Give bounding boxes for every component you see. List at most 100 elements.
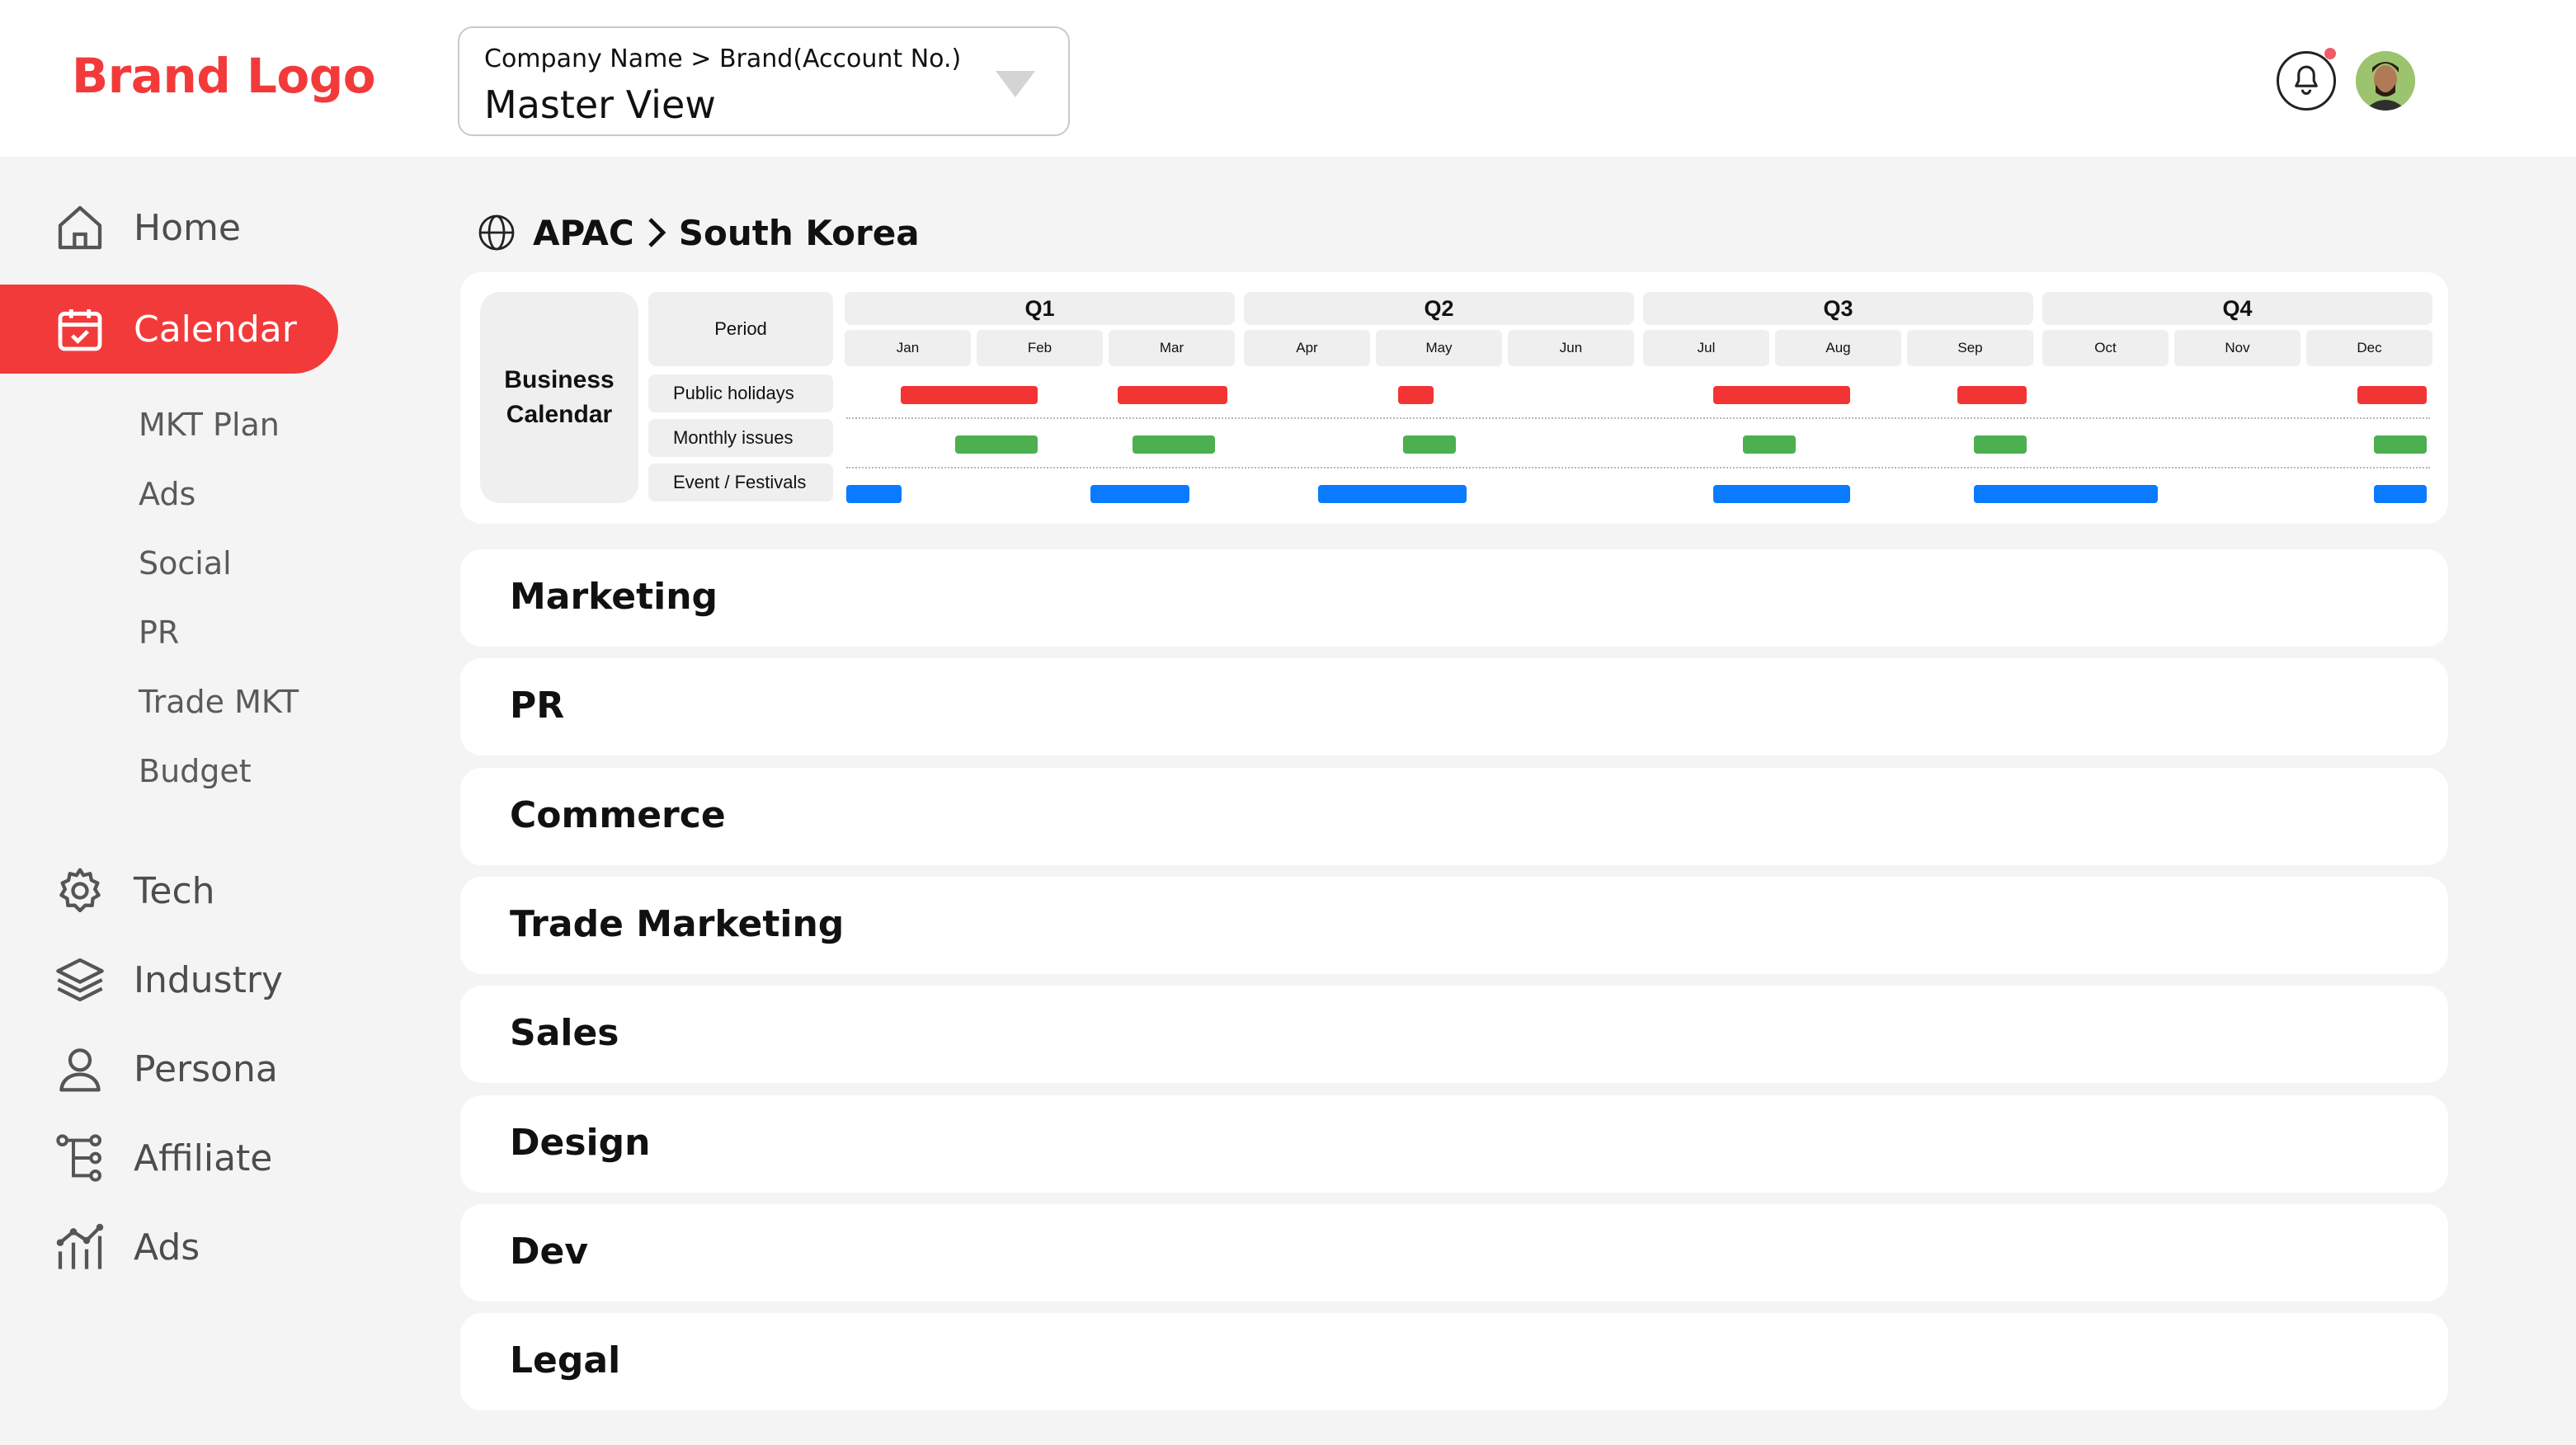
section-trade-marketing[interactable]: Trade Marketing — [460, 877, 2448, 974]
gear-icon — [51, 862, 109, 920]
section-title: Sales — [510, 1012, 619, 1054]
event-bar[interactable] — [1974, 485, 2158, 503]
sidebar-item-label: Industry — [134, 958, 283, 1001]
breadcrumb-country: South Korea — [678, 212, 920, 253]
period-header: Period — [648, 292, 833, 366]
row-divider — [846, 467, 2430, 468]
row-label-monthly-issues: Monthly issues — [648, 419, 833, 457]
notification-dot — [2324, 48, 2336, 59]
section-title: Commerce — [510, 794, 726, 836]
business-calendar-card: Business Calendar Period Public holidays … — [460, 272, 2448, 524]
sidebar-item-label: Calendar — [134, 308, 297, 351]
issue-bar[interactable] — [2374, 435, 2427, 454]
account-path: Company Name > Brand(Account No.) — [484, 45, 962, 73]
home-icon — [51, 199, 109, 257]
row-divider — [846, 417, 2430, 419]
month-nov: Nov — [2174, 330, 2301, 366]
month-may: May — [1376, 330, 1502, 366]
month-aug: Aug — [1775, 330, 1901, 366]
sidebar-subitem-ads[interactable]: Ads — [139, 476, 195, 512]
event-bar[interactable] — [2374, 485, 2427, 503]
holiday-bar[interactable] — [1118, 386, 1227, 404]
holiday-bar[interactable] — [1398, 386, 1434, 404]
section-title: Dev — [510, 1231, 589, 1273]
section-commerce[interactable]: Commerce — [460, 768, 2448, 865]
month-jan: Jan — [845, 330, 971, 366]
holiday-bar[interactable] — [2357, 386, 2427, 404]
month-mar: Mar — [1109, 330, 1235, 366]
section-pr[interactable]: PR — [460, 658, 2448, 755]
event-bar[interactable] — [846, 485, 902, 503]
month-jul: Jul — [1643, 330, 1769, 366]
quarter-q3: Q3 — [1643, 292, 2033, 325]
breadcrumb: APAC South Korea — [477, 209, 920, 256]
chart-icon — [51, 1218, 109, 1276]
brand-logo[interactable]: Brand Logo — [72, 48, 376, 104]
quarter-q1: Q1 — [845, 292, 1235, 325]
section-title: Design — [510, 1122, 651, 1164]
sidebar-subitem-budget[interactable]: Budget — [139, 753, 252, 789]
month-sep: Sep — [1907, 330, 2033, 366]
sidebar-item-affiliate[interactable]: Affiliate — [0, 1113, 338, 1203]
holiday-bar[interactable] — [901, 386, 1038, 404]
account-view: Master View — [484, 82, 716, 127]
top-header: Brand Logo Company Name > Brand(Account … — [0, 0, 2576, 157]
chevron-down-icon[interactable] — [996, 71, 1035, 97]
sidebar-subitem-pr[interactable]: PR — [139, 614, 179, 651]
issue-bar[interactable] — [1743, 435, 1796, 454]
holiday-bar[interactable] — [1713, 386, 1850, 404]
user-icon — [51, 1040, 109, 1098]
row-label-events: Event / Festivals — [648, 464, 833, 501]
section-marketing[interactable]: Marketing — [460, 549, 2448, 647]
month-dec: Dec — [2306, 330, 2432, 366]
section-sales[interactable]: Sales — [460, 986, 2448, 1083]
calendar-icon — [51, 300, 109, 358]
event-bar[interactable] — [1318, 485, 1467, 503]
section-design[interactable]: Design — [460, 1095, 2448, 1193]
tree-icon — [51, 1129, 109, 1187]
breadcrumb-region[interactable]: APAC — [533, 213, 634, 253]
sidebar-item-ads[interactable]: Ads — [0, 1203, 338, 1292]
sidebar-item-calendar[interactable]: Calendar — [0, 285, 338, 374]
sidebar-item-label: Persona — [134, 1047, 278, 1090]
section-legal[interactable]: Legal — [460, 1313, 2448, 1410]
row-label-public-holidays: Public holidays — [648, 374, 833, 412]
sidebar-item-label: Tech — [134, 869, 215, 912]
section-title: Legal — [510, 1339, 621, 1381]
section-title: Marketing — [510, 576, 718, 618]
bell-icon — [2295, 65, 2318, 95]
event-bar[interactable] — [1090, 485, 1189, 503]
sidebar-subitem-trade-mkt[interactable]: Trade MKT — [139, 684, 299, 720]
section-dev[interactable]: Dev — [460, 1204, 2448, 1301]
month-apr: Apr — [1244, 330, 1370, 366]
sidebar-item-industry[interactable]: Industry — [0, 935, 338, 1024]
sidebar-item-label: Affiliate — [134, 1137, 273, 1179]
issue-bar[interactable] — [1974, 435, 2027, 454]
sidebar-item-label: Ads — [134, 1226, 200, 1268]
quarter-q2: Q2 — [1244, 292, 1634, 325]
sidebar-subitem-social[interactable]: Social — [139, 545, 232, 581]
section-title: PR — [510, 685, 565, 727]
business-calendar-title: Business Calendar — [480, 292, 638, 503]
notification-button[interactable] — [2277, 51, 2336, 111]
issue-bar[interactable] — [1403, 435, 1456, 454]
section-title: Trade Marketing — [510, 903, 845, 945]
month-jun: Jun — [1508, 330, 1634, 366]
month-feb: Feb — [977, 330, 1103, 366]
sidebar-item-tech[interactable]: Tech — [0, 846, 338, 935]
account-selector[interactable]: Company Name > Brand(Account No.) Master… — [458, 26, 1070, 136]
title-line-2: Calendar — [506, 401, 613, 428]
issue-bar[interactable] — [1133, 435, 1215, 454]
sidebar-subitem-mkt-plan[interactable]: MKT Plan — [139, 407, 280, 443]
avatar[interactable] — [2356, 51, 2415, 111]
sidebar-item-home[interactable]: Home — [0, 183, 338, 272]
event-bar[interactable] — [1713, 485, 1850, 503]
title-line-1: Business — [504, 366, 615, 393]
sidebar-item-persona[interactable]: Persona — [0, 1024, 338, 1113]
month-oct: Oct — [2042, 330, 2169, 366]
globe-icon — [478, 214, 515, 251]
issue-bar[interactable] — [955, 435, 1038, 454]
avatar-icon — [2356, 51, 2415, 111]
holiday-bar[interactable] — [1957, 386, 2027, 404]
chevron-right-icon — [648, 218, 666, 247]
